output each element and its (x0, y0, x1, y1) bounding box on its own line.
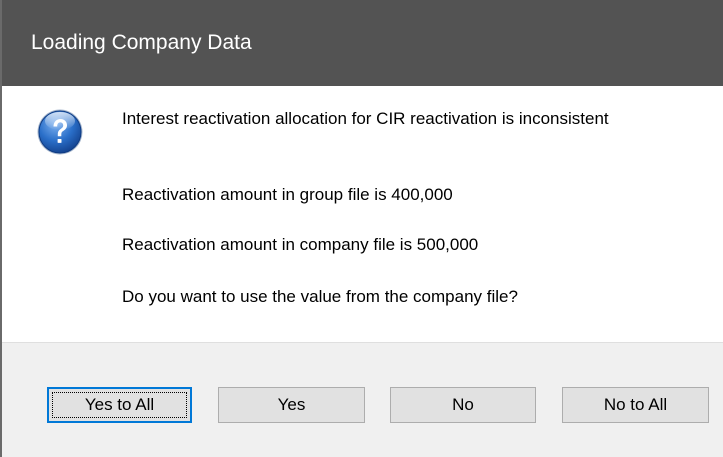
title-bar[interactable]: Loading Company Data (2, 0, 723, 86)
message-line-inconsistent: Interest reactivation allocation for CIR… (122, 109, 609, 128)
dialog-title: Loading Company Data (31, 31, 252, 54)
no-button[interactable]: No (390, 387, 536, 423)
no-to-all-label: No to All (603, 395, 668, 414)
yes-to-all-label: Yes to All (84, 395, 155, 414)
message-area: Interest reactivation allocation for CIR… (2, 86, 723, 342)
message-line-question: Do you want to use the value from the co… (122, 287, 518, 306)
message-line-group-amount: Reactivation amount in group file is 400… (122, 185, 453, 204)
no-label: No (452, 395, 474, 414)
yes-button[interactable]: Yes (218, 387, 365, 423)
question-icon (37, 109, 83, 155)
yes-to-all-button[interactable]: Yes to All (47, 387, 192, 423)
no-to-all-button[interactable]: No to All (562, 387, 709, 423)
button-bar: Yes to All Yes No No to All (2, 342, 723, 457)
message-dialog: Loading Company Data Interest reactivati… (0, 0, 723, 457)
yes-label: Yes (277, 395, 306, 414)
message-line-company-amount: Reactivation amount in company file is 5… (122, 235, 479, 254)
